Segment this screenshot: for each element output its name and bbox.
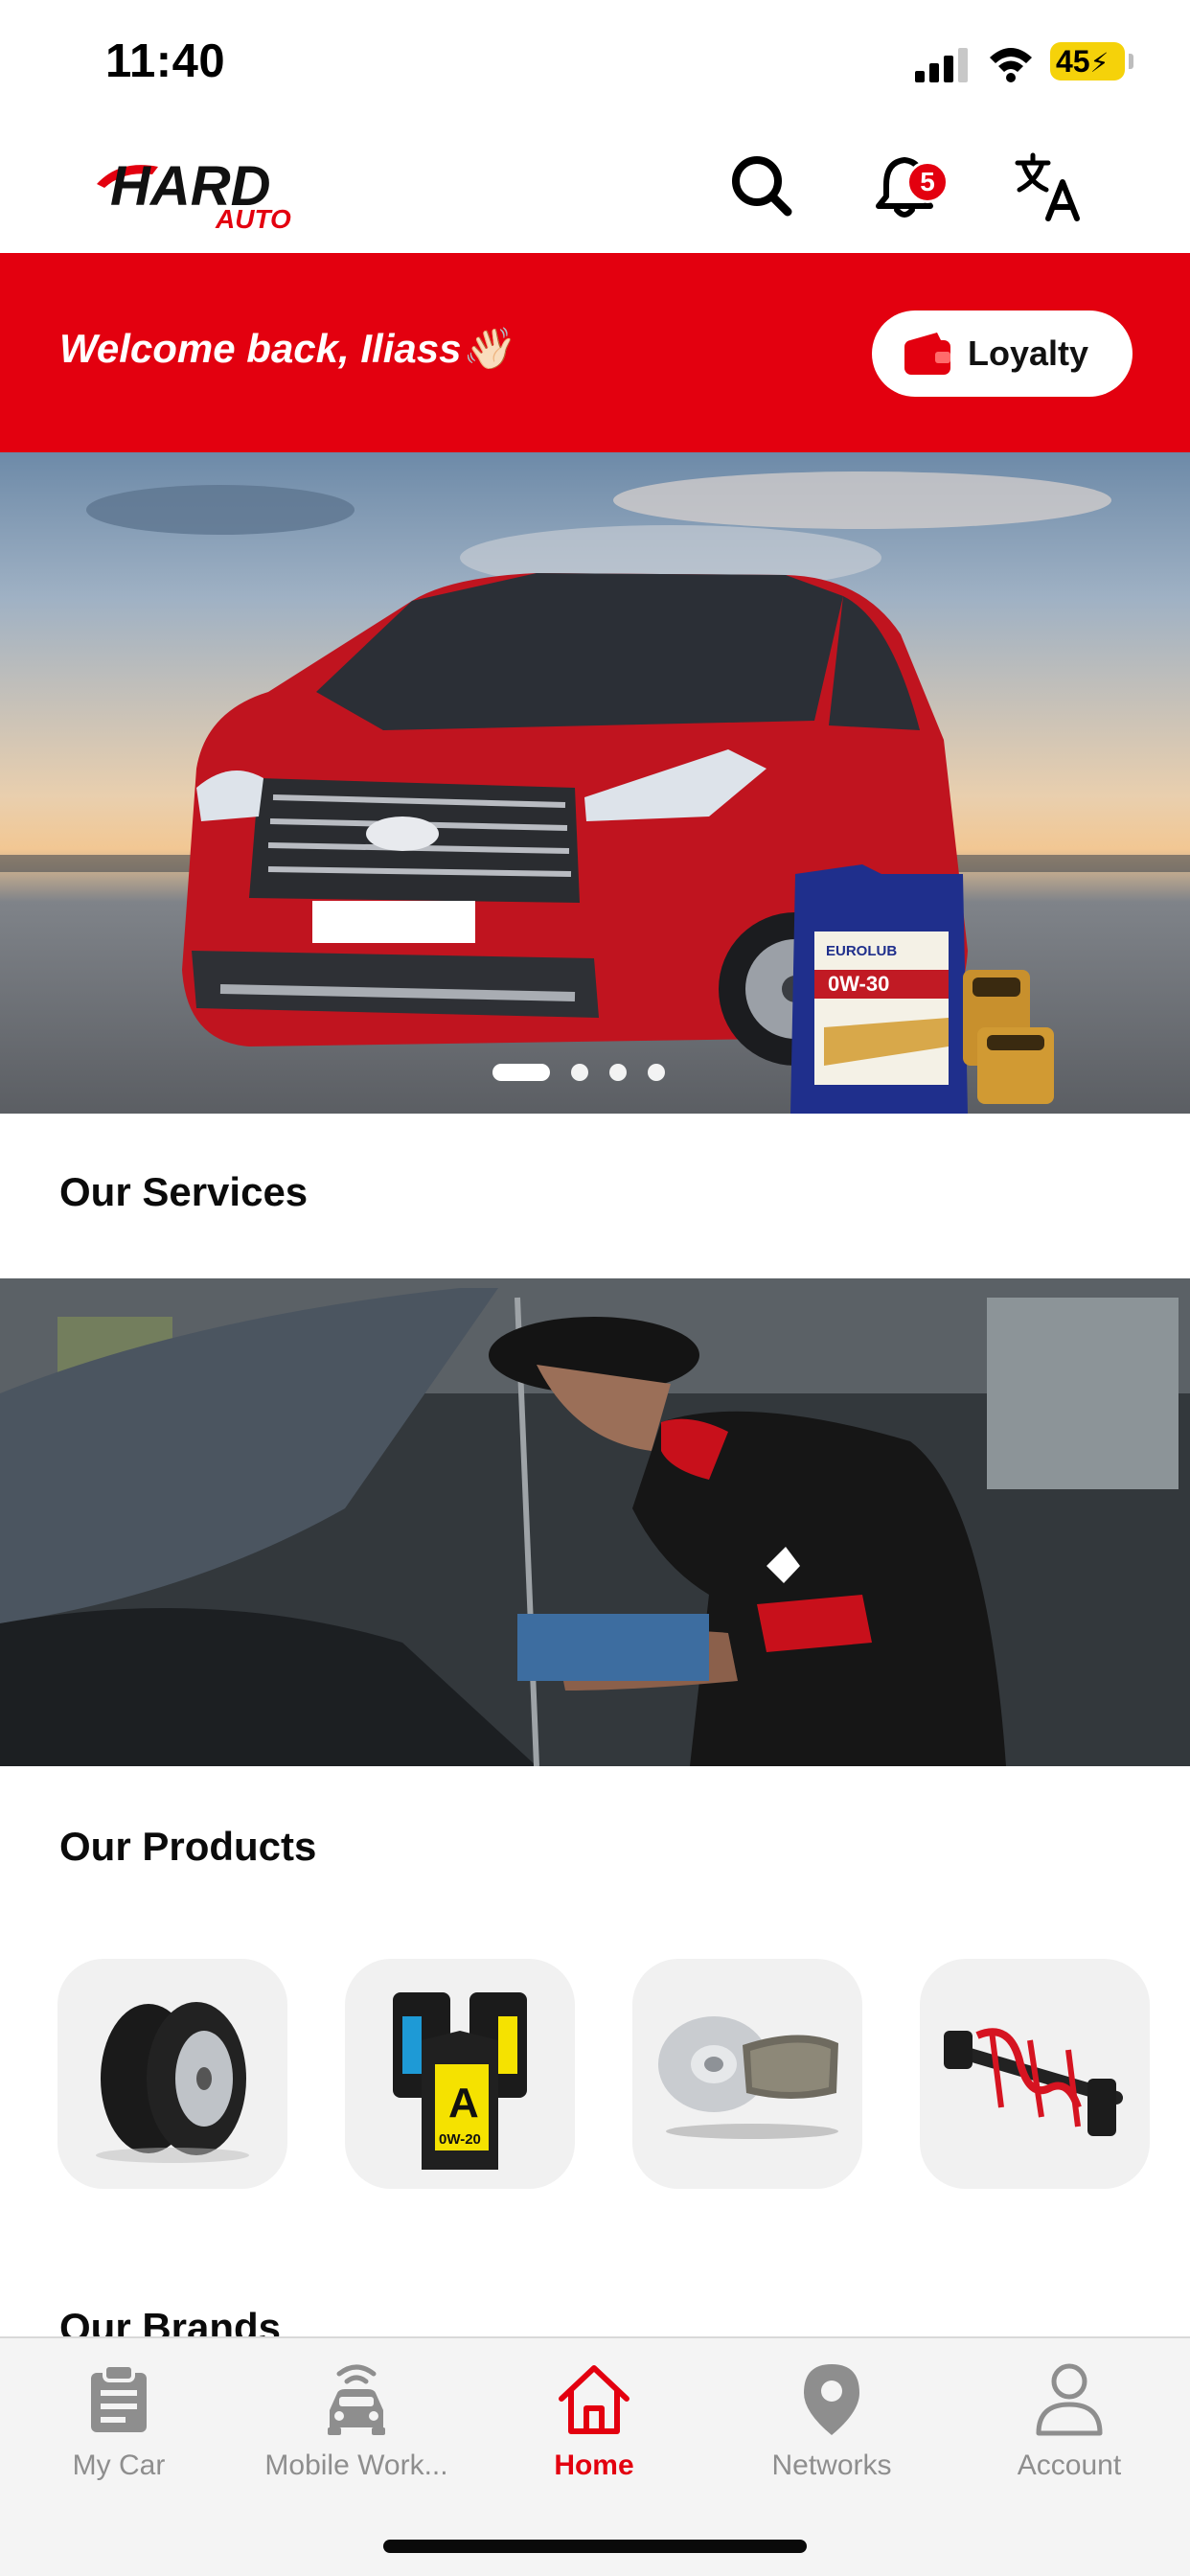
- carousel-dot[interactable]: [609, 1064, 627, 1081]
- welcome-text: Welcome back, Iliass👋🏻: [59, 326, 512, 371]
- logo-graphic: HARD AUTO: [97, 155, 291, 234]
- oil-grade-label: 0W-30: [828, 972, 889, 996]
- hard-auto-logo[interactable]: HARD AUTO: [91, 146, 307, 234]
- wifi-icon: [990, 48, 1032, 82]
- app-header: HARD AUTO 5: [0, 126, 1190, 253]
- tab-networks[interactable]: Networks: [713, 2358, 950, 2501]
- product-card-tires[interactable]: [57, 1959, 287, 2189]
- brakes-icon: [658, 2016, 838, 2139]
- carousel-dots: [492, 1064, 665, 1081]
- wallet-icon: [904, 333, 950, 375]
- cellular-signal-icon: [915, 48, 968, 82]
- product-card-brakes[interactable]: [632, 1959, 862, 2189]
- services-image[interactable]: [0, 1278, 1190, 1766]
- suspension-icon: [944, 2028, 1123, 2136]
- products-row: A 0W-20: [57, 1959, 1150, 2189]
- services-title: Our Services: [59, 1169, 309, 1214]
- screen: 11:40 45⚡ HARD AUTO 5 Welcome back, Ilia…: [0, 0, 1190, 2576]
- products-title: Our Products: [59, 1824, 317, 1869]
- tab-account[interactable]: Account: [950, 2358, 1188, 2501]
- oil-product-letter: A: [448, 2080, 479, 2127]
- home-indicator: [383, 2540, 807, 2553]
- product-card-oil[interactable]: A 0W-20: [345, 1959, 575, 2189]
- carousel-dot[interactable]: [648, 1064, 665, 1081]
- battery-level: 45: [1056, 44, 1090, 79]
- translate-icon[interactable]: [1012, 150, 1085, 222]
- tab-label-my-car: My Car: [72, 2450, 166, 2481]
- hero-car-image: EUROLUB 0W-30: [0, 472, 1190, 1114]
- product-card-suspension[interactable]: [920, 1959, 1150, 2189]
- tab-my-car[interactable]: My Car: [0, 2358, 238, 2501]
- battery-indicator: 45⚡: [1050, 42, 1125, 80]
- loyalty-label: Loyalty: [968, 334, 1089, 373]
- hero-carousel[interactable]: EUROLUB 0W-30: [0, 452, 1190, 1114]
- carousel-dot[interactable]: [571, 1064, 588, 1081]
- mechanic-image: [0, 1278, 1190, 1766]
- tab-mobile-workshop[interactable]: Mobile Work...: [238, 2358, 475, 2501]
- oil-brand-label: EUROLUB: [826, 943, 897, 959]
- tab-label-mobile-workshop: Mobile Work...: [264, 2450, 448, 2481]
- status-time: 11:40: [105, 35, 226, 87]
- clipboard-icon: [80, 2358, 157, 2440]
- loyalty-button[interactable]: Loyalty: [872, 310, 1133, 397]
- location-pin-icon: [793, 2358, 870, 2440]
- search-icon[interactable]: [725, 150, 798, 222]
- logo-subtext: AUTO: [215, 204, 291, 232]
- carousel-dot-active[interactable]: [492, 1064, 550, 1081]
- tab-label-home: Home: [554, 2450, 634, 2481]
- home-icon: [556, 2358, 632, 2440]
- tab-home[interactable]: Home: [475, 2358, 713, 2501]
- oil-icon: A 0W-20: [393, 1992, 527, 2170]
- car-signal-icon: [318, 2358, 395, 2440]
- tab-label-networks: Networks: [771, 2450, 892, 2481]
- user-icon: [1031, 2358, 1108, 2440]
- oil-product-grade: 0W-20: [439, 2131, 481, 2148]
- welcome-banner: Welcome back, Iliass👋🏻 Loyalty: [0, 253, 1190, 452]
- notification-badge: 5: [906, 161, 949, 203]
- tab-label-account: Account: [1017, 2450, 1122, 2481]
- charging-bolt-icon: ⚡: [1089, 48, 1110, 78]
- status-bar: 11:40 45⚡: [0, 0, 1190, 126]
- tires-icon: [96, 2002, 249, 2163]
- battery-cap: [1129, 54, 1133, 69]
